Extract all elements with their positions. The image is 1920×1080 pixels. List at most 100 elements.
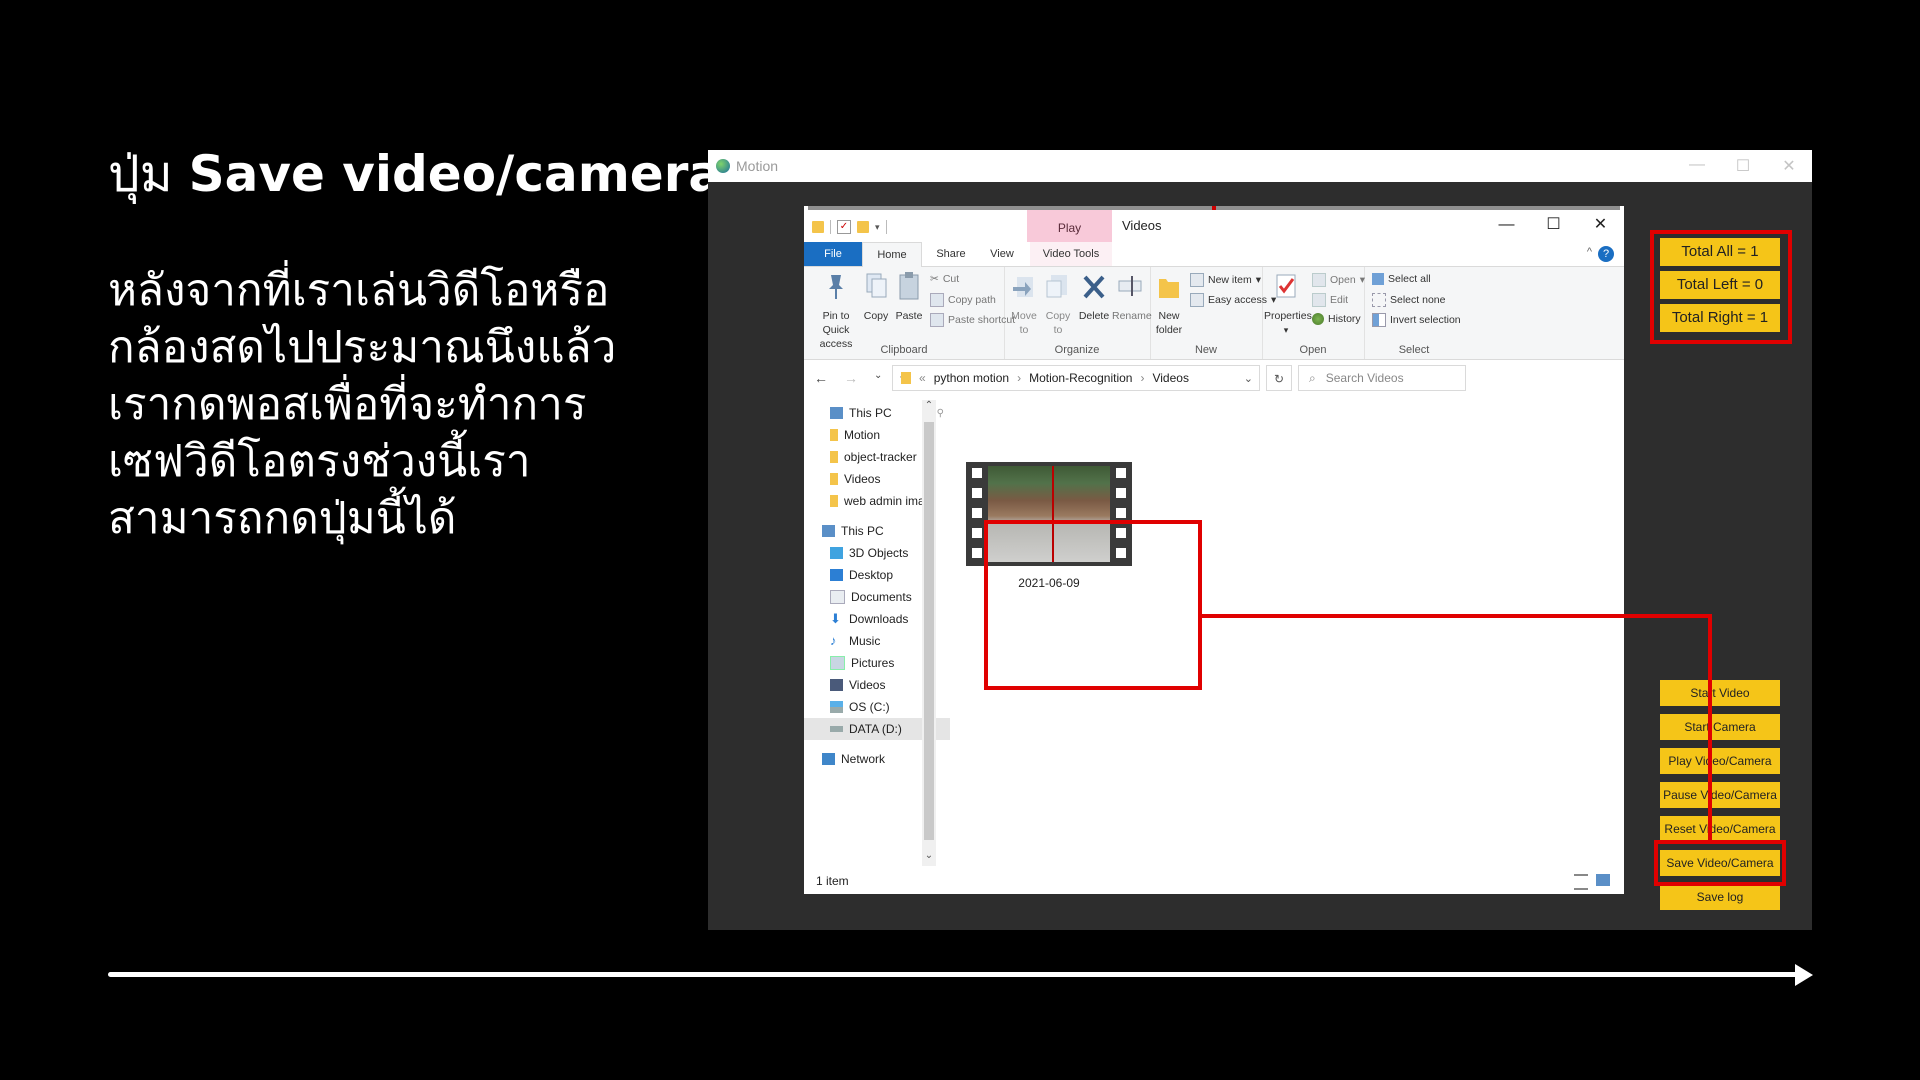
scroll-up-icon[interactable]: ⌃ <box>922 400 936 411</box>
motion-titlebar: Motion — ☐ ✕ <box>708 150 1812 182</box>
navigation-pane: This PC ⚲ Motion object-tracker Videos we… <box>804 400 950 866</box>
tab-view[interactable]: View <box>980 242 1024 266</box>
explorer-maximize-button[interactable]: ☐ <box>1530 210 1577 240</box>
select-all-button[interactable]: Select all <box>1372 273 1431 285</box>
start-video-button[interactable]: Start Video <box>1660 680 1780 706</box>
cube-icon <box>830 547 843 559</box>
body-line: สามารถกดปุ่มนี้ได้ <box>108 493 457 544</box>
search-placeholder: Search Videos <box>1325 371 1404 385</box>
tab-file[interactable]: File <box>804 242 862 266</box>
download-icon: ⬇ <box>830 611 841 626</box>
slide-body: หลังจากที่เราเล่นวิดีโอหรือ กล้องสดไปประ… <box>108 262 708 547</box>
connector-vertical <box>1708 614 1712 840</box>
copy-button[interactable]: Copy <box>862 271 890 323</box>
new-folder-icon[interactable] <box>857 221 869 233</box>
quick-access-toolbar: ✓ ▾ <box>812 220 887 234</box>
cut-button[interactable]: ✂ Cut <box>930 273 959 285</box>
tab-home[interactable]: Home <box>862 242 922 267</box>
nav-scrollbar[interactable]: ⌃ ⌄ <box>922 400 936 866</box>
properties-button[interactable]: Properties ▾ <box>1264 271 1312 337</box>
select-all-icon <box>1372 273 1384 285</box>
folder-icon <box>812 221 824 233</box>
new-item-button[interactable]: New item ▾ <box>1190 273 1261 287</box>
start-camera-button[interactable]: Start Camera <box>1660 714 1780 740</box>
invert-selection-button[interactable]: Invert selection <box>1372 313 1461 327</box>
breadcrumb-item[interactable]: python motion <box>934 371 1009 385</box>
timeline-arrow-line <box>108 972 1798 977</box>
address-bar[interactable]: « python motion › Motion-Recognition › V… <box>892 365 1260 391</box>
music-icon: ♪ <box>830 633 837 648</box>
open-button[interactable]: Open ▾ <box>1312 273 1365 287</box>
open-icon <box>1312 273 1326 287</box>
back-arrow-icon[interactable]: ← <box>814 370 828 386</box>
body-line: เซฟวิดีโอตรงช่วงนี้เรา <box>108 436 531 487</box>
open-group: Properties ▾ Open ▾ Edit History Open <box>1262 267 1365 359</box>
desktop-icon <box>830 569 843 581</box>
paste-icon <box>899 272 919 300</box>
qa-dropdown-icon[interactable]: ▾ <box>875 222 880 233</box>
properties-check-icon[interactable]: ✓ <box>837 220 851 234</box>
item-count: 1 item <box>816 874 849 888</box>
ribbon: Pin to Quick access Copy Paste ✂ Cut Copy… <box>804 267 1624 360</box>
large-icons-view-icon[interactable] <box>1596 874 1610 886</box>
delete-button[interactable]: Delete <box>1078 271 1110 323</box>
maximize-button[interactable]: ☐ <box>1720 156 1766 176</box>
paste-button[interactable]: Paste <box>894 271 924 323</box>
copy-to-button[interactable]: Copy to <box>1042 271 1074 337</box>
copy-path-button[interactable]: Copy path <box>930 293 996 307</box>
explorer-close-button[interactable]: ✕ <box>1577 210 1624 240</box>
tab-video-tools[interactable]: Video Tools <box>1030 242 1112 266</box>
pause-button[interactable]: Pause Video/Camera <box>1660 782 1780 808</box>
paste-shortcut-button[interactable]: Paste shortcut <box>930 313 1015 327</box>
move-to-button[interactable]: Move to <box>1008 271 1040 337</box>
save-log-button[interactable]: Save log <box>1660 884 1780 910</box>
history-button[interactable]: History <box>1312 313 1361 325</box>
forward-arrow-icon[interactable]: → <box>844 370 858 386</box>
stats-highlight-box <box>1650 230 1792 344</box>
contextual-tab-play[interactable]: Play <box>1027 210 1112 242</box>
reset-button[interactable]: Reset Video/Camera <box>1660 816 1780 842</box>
folder-icon <box>830 429 838 441</box>
recent-locations-icon[interactable]: ⌄ <box>874 370 882 386</box>
rename-icon <box>1118 276 1142 296</box>
breadcrumb-separator-icon: › <box>1140 371 1145 385</box>
new-folder-icon <box>1159 279 1179 298</box>
new-group: New folder New item ▾ Easy access ▾ New <box>1150 267 1276 359</box>
breadcrumb-item[interactable]: Videos <box>1152 371 1188 385</box>
move-to-icon <box>1013 277 1033 297</box>
close-button[interactable]: ✕ <box>1766 156 1812 176</box>
explorer-minimize-button[interactable]: — <box>1483 210 1530 240</box>
refresh-icon[interactable]: ↻ <box>1266 365 1292 391</box>
tab-share[interactable]: Share <box>926 242 976 266</box>
select-none-button[interactable]: Select none <box>1372 293 1445 307</box>
rename-button[interactable]: Rename <box>1112 271 1152 323</box>
breadcrumb-item[interactable]: Motion-Recognition <box>1029 371 1132 385</box>
help-icon[interactable]: ? <box>1598 246 1614 262</box>
details-view-icon[interactable] <box>1574 874 1588 890</box>
organize-label: Organize <box>1054 344 1100 356</box>
pin-icon: ⚲ <box>936 407 944 419</box>
select-none-icon <box>1372 293 1386 307</box>
scrollbar-thumb[interactable] <box>924 422 934 840</box>
copy-icon <box>866 273 887 298</box>
body-line: หลังจากที่เราเล่นวิดีโอหรือ <box>108 265 610 316</box>
play-button[interactable]: Play Video/Camera <box>1660 748 1780 774</box>
explorer-title: Videos <box>1122 218 1162 233</box>
search-input[interactable]: ⌕ Search Videos <box>1298 365 1466 391</box>
minimize-button[interactable]: — <box>1674 156 1720 176</box>
edit-button[interactable]: Edit <box>1312 293 1348 307</box>
motion-logo-icon <box>716 159 730 173</box>
scroll-down-icon[interactable]: ⌄ <box>922 850 936 861</box>
select-group: Select all Select none Invert selection … <box>1364 267 1464 359</box>
pin-quick-access-button[interactable]: Pin to Quick access <box>808 271 864 351</box>
new-folder-button[interactable]: New folder <box>1152 271 1186 337</box>
collapse-ribbon-icon[interactable]: ^ <box>1587 246 1592 258</box>
slide-title: ปุ่ม Save video/camera <box>108 146 722 202</box>
pictures-icon <box>830 656 845 670</box>
connector-horizontal <box>1202 614 1620 618</box>
address-overflow[interactable]: « <box>919 371 926 385</box>
address-dropdown-icon[interactable]: ⌄ <box>1244 372 1253 385</box>
folder-icon <box>830 495 838 507</box>
motion-window: Motion — ☐ ✕ ✓ ▾ Play Videos — ☐ ✕ File … <box>708 150 1812 930</box>
drive-icon <box>830 701 843 713</box>
